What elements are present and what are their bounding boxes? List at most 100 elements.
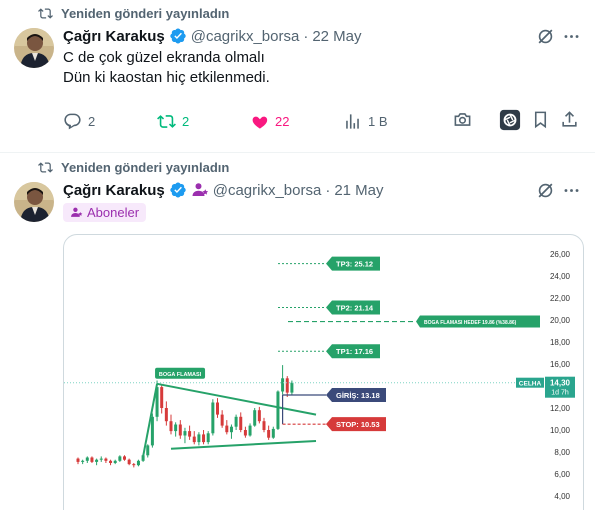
y-tick-label: 16,00 [550, 360, 571, 369]
candle-body [229, 426, 233, 433]
author-handle[interactable]: @cagrikx_borsa [213, 182, 322, 199]
tp3-label: TP3: 25.12 [336, 260, 373, 269]
author-name[interactable]: Çağrı Karakuş [63, 182, 165, 199]
bookmark-button[interactable] [531, 110, 550, 132]
repost-indicator: Yeniden gönderi yayınladın [38, 6, 229, 21]
candle-body [160, 387, 164, 408]
annotations: BOGA FLAMASI TP3: 25.12 TP2: 21.14 TP1: 17.… [64, 256, 575, 457]
y-tick-label: 12,00 [550, 404, 571, 413]
candle-body [202, 434, 206, 443]
y-tick-label: 22,00 [550, 294, 571, 303]
candle-body [109, 460, 113, 463]
candle-body [197, 434, 201, 443]
stop-label: STOP: 10.53 [336, 420, 380, 429]
subscribers-badge: Aboneler [63, 203, 147, 222]
candle-body [150, 416, 154, 446]
repost-icon [157, 114, 176, 128]
grok-icon [538, 29, 553, 44]
author-name[interactable]: Çağrı Karakuş [63, 28, 165, 45]
candle-body [285, 378, 289, 393]
screenshot-button[interactable] [453, 110, 472, 132]
more-options-button[interactable] [562, 27, 581, 51]
candle-body [267, 430, 271, 438]
avatar[interactable] [14, 28, 54, 68]
verified-badge-icon [170, 182, 186, 198]
bookmark-icon [534, 111, 547, 129]
candle-body [127, 459, 131, 465]
verified-badge-icon [170, 28, 186, 44]
candle-body [206, 433, 210, 443]
y-tick-label: 4,00 [554, 492, 570, 501]
repost-count: 2 [182, 113, 190, 129]
candle-body [123, 456, 126, 460]
y-tick-label: 8,00 [554, 448, 570, 457]
candle-body [90, 457, 94, 462]
candle-body [132, 464, 136, 466]
candle-body [178, 424, 182, 436]
candle-body [225, 425, 229, 433]
reply-count: 2 [88, 113, 96, 129]
target-label: BOGA FLAMASI HEDEF 19.86 (%38.86) [424, 320, 517, 326]
extension-button[interactable] [499, 109, 521, 131]
more-icon [564, 35, 579, 38]
y-tick-label: 18,00 [550, 338, 571, 347]
candle-body [248, 425, 252, 436]
candles [76, 365, 294, 468]
candle-body [243, 430, 247, 436]
ticker-label: CELHA [519, 381, 542, 388]
candle-body [164, 408, 168, 422]
grok-button[interactable] [536, 181, 555, 205]
candle-body [276, 391, 280, 429]
chart-image[interactable]: 26,0024,0022,0020,0018,0016,0014,0012,00… [63, 234, 584, 510]
post-date[interactable]: 21 May [334, 182, 383, 199]
post-date[interactable]: 22 May [312, 28, 361, 45]
candle-body [95, 459, 99, 462]
view-count: 1 B [368, 113, 388, 129]
like-button[interactable]: 22 [250, 112, 289, 131]
repost-icon [38, 8, 53, 19]
views-button[interactable]: 1 B [343, 112, 388, 131]
candle-body [192, 436, 196, 443]
candle-body [262, 421, 266, 430]
candle-body [290, 382, 294, 393]
tweet-text-line: C de çok güzel ekranda olmalı [63, 49, 265, 66]
views-chart-icon [346, 113, 359, 129]
more-options-button[interactable] [562, 181, 581, 205]
y-tick-label: 26,00 [550, 250, 571, 259]
entry-label: GİRİŞ: 13.18 [336, 391, 380, 400]
candle-body [81, 460, 85, 462]
more-icon [564, 189, 579, 192]
share-icon [562, 111, 577, 127]
subscriber-icon [71, 207, 83, 217]
grok-button[interactable] [536, 27, 555, 51]
avatar[interactable] [14, 182, 54, 222]
candle-body [146, 445, 150, 456]
candle-body [76, 458, 80, 462]
pennant-lower-line [170, 440, 317, 450]
avatar-image [14, 182, 54, 222]
candle-body [216, 402, 219, 415]
candle-body [169, 421, 173, 432]
author-handle[interactable]: @cagrikx_borsa [191, 28, 300, 45]
share-button[interactable] [560, 110, 579, 132]
repost-label: Yeniden gönderi yayınladın [61, 6, 230, 21]
candle-body [211, 402, 215, 434]
reply-button[interactable]: 2 [63, 112, 95, 131]
tweet-text-line: Dün ki kaostan hiç etkilenmedi. [63, 69, 270, 86]
grok-icon [538, 183, 553, 198]
candle-body [281, 378, 285, 392]
heart-icon [252, 116, 268, 129]
candle-body [188, 431, 192, 437]
candle-body [183, 431, 187, 436]
repost-button[interactable]: 2 [157, 112, 189, 131]
avatar-image [14, 28, 54, 68]
repost-icon [38, 162, 53, 173]
aperture-icon [499, 109, 521, 131]
y-tick-label: 6,00 [554, 470, 570, 479]
candle-body [113, 460, 117, 463]
timeframe-label: 1d 7h [551, 390, 569, 397]
repost-indicator: Yeniden gönderi yayınladın [38, 160, 229, 175]
pattern-label: BOGA FLAMASI [159, 372, 202, 378]
tp2-label: TP2: 21.14 [336, 303, 374, 312]
y-tick-label: 10,00 [550, 426, 571, 435]
